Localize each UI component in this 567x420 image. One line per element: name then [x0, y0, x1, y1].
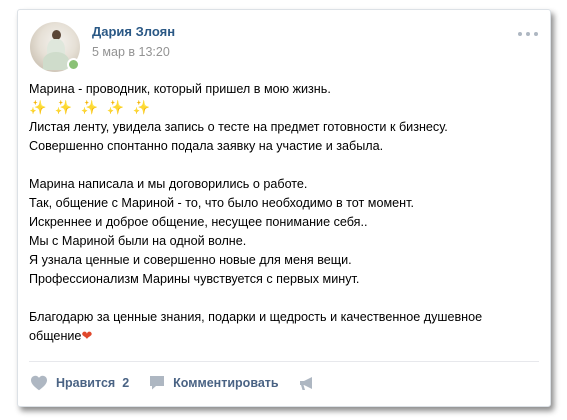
- sparkles-emoji-line: ✨ ✨ ✨ ✨ ✨: [29, 100, 152, 116]
- post-text-line: Марина написала и мы договорились о рабо…: [29, 177, 308, 191]
- comment-button[interactable]: Комментировать: [149, 375, 279, 391]
- megaphone-icon: [299, 376, 312, 390]
- more-options-icon[interactable]: [518, 31, 538, 37]
- comment-icon: [150, 376, 165, 390]
- like-label: Нравится: [56, 376, 116, 390]
- more-dot: [534, 32, 538, 36]
- post-text-blank-line: [29, 156, 539, 175]
- more-dot: [526, 32, 530, 36]
- post-card: Дария Злоян 5 мар в 13:20 Марина - прово…: [17, 9, 551, 407]
- online-status-indicator: [67, 58, 80, 71]
- heart-emoji-icon: ❤: [81, 329, 93, 344]
- post-text-line: Так, общение с Мариной - то, что было не…: [29, 196, 414, 210]
- post-text-line: Марина - проводник, который пришел в мою…: [29, 82, 331, 96]
- share-button[interactable]: [299, 376, 324, 391]
- post-text-line: Профессионализм Марины чувствуется с пер…: [29, 272, 360, 286]
- like-count: 2: [122, 376, 130, 390]
- post-text: Марина - проводник, который пришел в мою…: [29, 80, 539, 346]
- like-button[interactable]: Нравится 2: [30, 375, 129, 391]
- post-text-line-last: общение❤: [29, 327, 539, 346]
- post-text-line: Благодарю за ценные знания, подарки и ще…: [29, 310, 483, 324]
- post-date-link[interactable]: 5 мар в 13:20: [92, 45, 170, 59]
- post-text-blank-line: [29, 289, 539, 308]
- post-text-line: Листая ленту, увидела запись о тесте на …: [29, 120, 448, 134]
- author-name-link[interactable]: Дария Злоян: [92, 24, 175, 39]
- comment-label: Комментировать: [173, 376, 279, 390]
- post-text-line: Совершенно спонтанно подала заявку на уч…: [29, 139, 384, 153]
- more-dot: [518, 32, 522, 36]
- actions-divider: [29, 361, 539, 362]
- post-text-line: Искреннее и доброе общение, несущее пони…: [29, 215, 368, 229]
- post-actions-bar: Нравится 2 Комментировать: [30, 373, 344, 393]
- post-text-line: Я узнала ценные и совершенно новые для м…: [29, 253, 352, 267]
- avatar-figure-dress: [43, 52, 69, 70]
- post-text-last-words: общение: [29, 329, 82, 343]
- post-text-line: Мы с Мариной были на одной волне.: [29, 234, 247, 248]
- heart-icon: [31, 375, 47, 391]
